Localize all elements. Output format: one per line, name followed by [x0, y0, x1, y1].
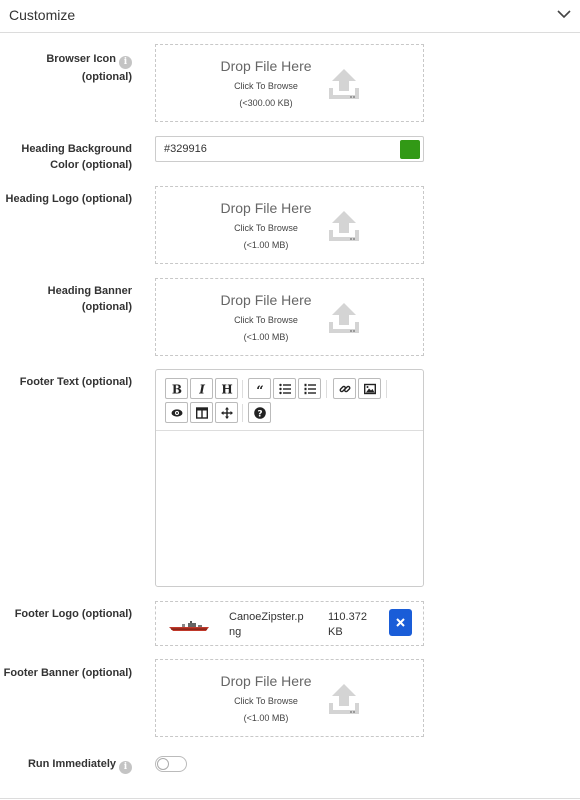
- upload-icon: [329, 303, 359, 333]
- side-by-side-icon[interactable]: [190, 402, 213, 423]
- footer-logo-label: Footer Logo (optional): [14, 608, 132, 620]
- color-value: #329916: [164, 143, 207, 155]
- footer-text-area[interactable]: [156, 431, 423, 586]
- heading-bg-color-label: Heading Background Color (optional): [21, 143, 132, 171]
- footer-banner-dropzone[interactable]: Drop File Here Click To Browse (<1.00 MB…: [155, 659, 424, 737]
- guide-icon[interactable]: ?: [248, 402, 271, 423]
- svg-text:?: ?: [257, 410, 262, 419]
- file-size: 110.372 KB: [328, 611, 367, 638]
- browser-icon-dropzone[interactable]: Drop File Here Click To Browse (<300.00 …: [155, 44, 424, 122]
- upload-icon: [329, 211, 359, 241]
- browser-icon-label: Browser Icon i (optional): [0, 51, 132, 85]
- browser-icon-label-text: Browser Icon: [46, 53, 116, 65]
- footer-logo-file: CanoeZipster.png 110.372 KB: [155, 601, 424, 646]
- upload-icon: [329, 684, 359, 714]
- heading-banner-dropzone[interactable]: Drop File Here Click To Browse (<1.00 MB…: [155, 278, 424, 356]
- run-immediately-label-text: Run Immediately: [27, 758, 116, 770]
- heading-banner-label: Heading Banner (optional): [0, 283, 132, 315]
- toolbar-divider: [242, 380, 243, 398]
- heading-logo-dropzone[interactable]: Drop File Here Click To Browse (<1.00 MB…: [155, 186, 424, 264]
- run-immediately-label: Run Immediately i: [0, 756, 132, 774]
- svg-text:H: H: [221, 383, 232, 395]
- section-title: Customize: [9, 7, 76, 23]
- image-icon[interactable]: [358, 378, 381, 399]
- bold-icon[interactable]: B: [165, 378, 188, 399]
- close-icon: [396, 618, 405, 627]
- ordered-list-icon[interactable]: [298, 378, 321, 399]
- heading-bg-color-input[interactable]: #329916: [155, 136, 424, 162]
- svg-text:“: “: [256, 384, 263, 395]
- run-immediately-toggle[interactable]: [155, 756, 187, 772]
- info-icon[interactable]: i: [119, 761, 132, 774]
- footer-text-label: Footer Text (optional): [19, 376, 132, 388]
- svg-text:B: B: [172, 383, 182, 395]
- quote-icon[interactable]: “: [248, 378, 271, 399]
- toolbar-divider: [386, 380, 387, 398]
- editor-toolbar: B I H “ ?: [156, 370, 423, 431]
- chevron-down-icon[interactable]: [557, 9, 571, 19]
- preview-icon[interactable]: [165, 402, 188, 423]
- italic-icon[interactable]: I: [190, 378, 213, 399]
- link-icon[interactable]: [333, 378, 356, 399]
- canoe-thumbnail-icon: [169, 621, 209, 631]
- divider: [0, 798, 580, 799]
- toolbar-divider: [242, 404, 243, 422]
- customize-header[interactable]: Customize: [0, 0, 580, 33]
- heading-icon[interactable]: H: [215, 378, 238, 399]
- info-icon[interactable]: i: [119, 56, 132, 69]
- heading-logo-label: Heading Logo (optional): [5, 193, 132, 205]
- remove-file-button[interactable]: [389, 609, 412, 636]
- browser-icon-optional: (optional): [81, 71, 132, 83]
- toggle-knob: [157, 758, 169, 770]
- unordered-list-icon[interactable]: [273, 378, 296, 399]
- heading-banner-optional: (optional): [81, 301, 132, 313]
- heading-banner-label-text: Heading Banner: [47, 285, 132, 297]
- upload-icon: [329, 69, 359, 99]
- file-name: CanoeZipster.png: [229, 611, 304, 638]
- fullscreen-icon[interactable]: [215, 402, 238, 423]
- svg-text:I: I: [198, 383, 205, 395]
- color-swatch[interactable]: [400, 140, 420, 159]
- footer-text-editor: B I H “ ?: [155, 369, 424, 587]
- footer-banner-label: Footer Banner (optional): [3, 667, 132, 679]
- toolbar-divider: [326, 380, 327, 398]
